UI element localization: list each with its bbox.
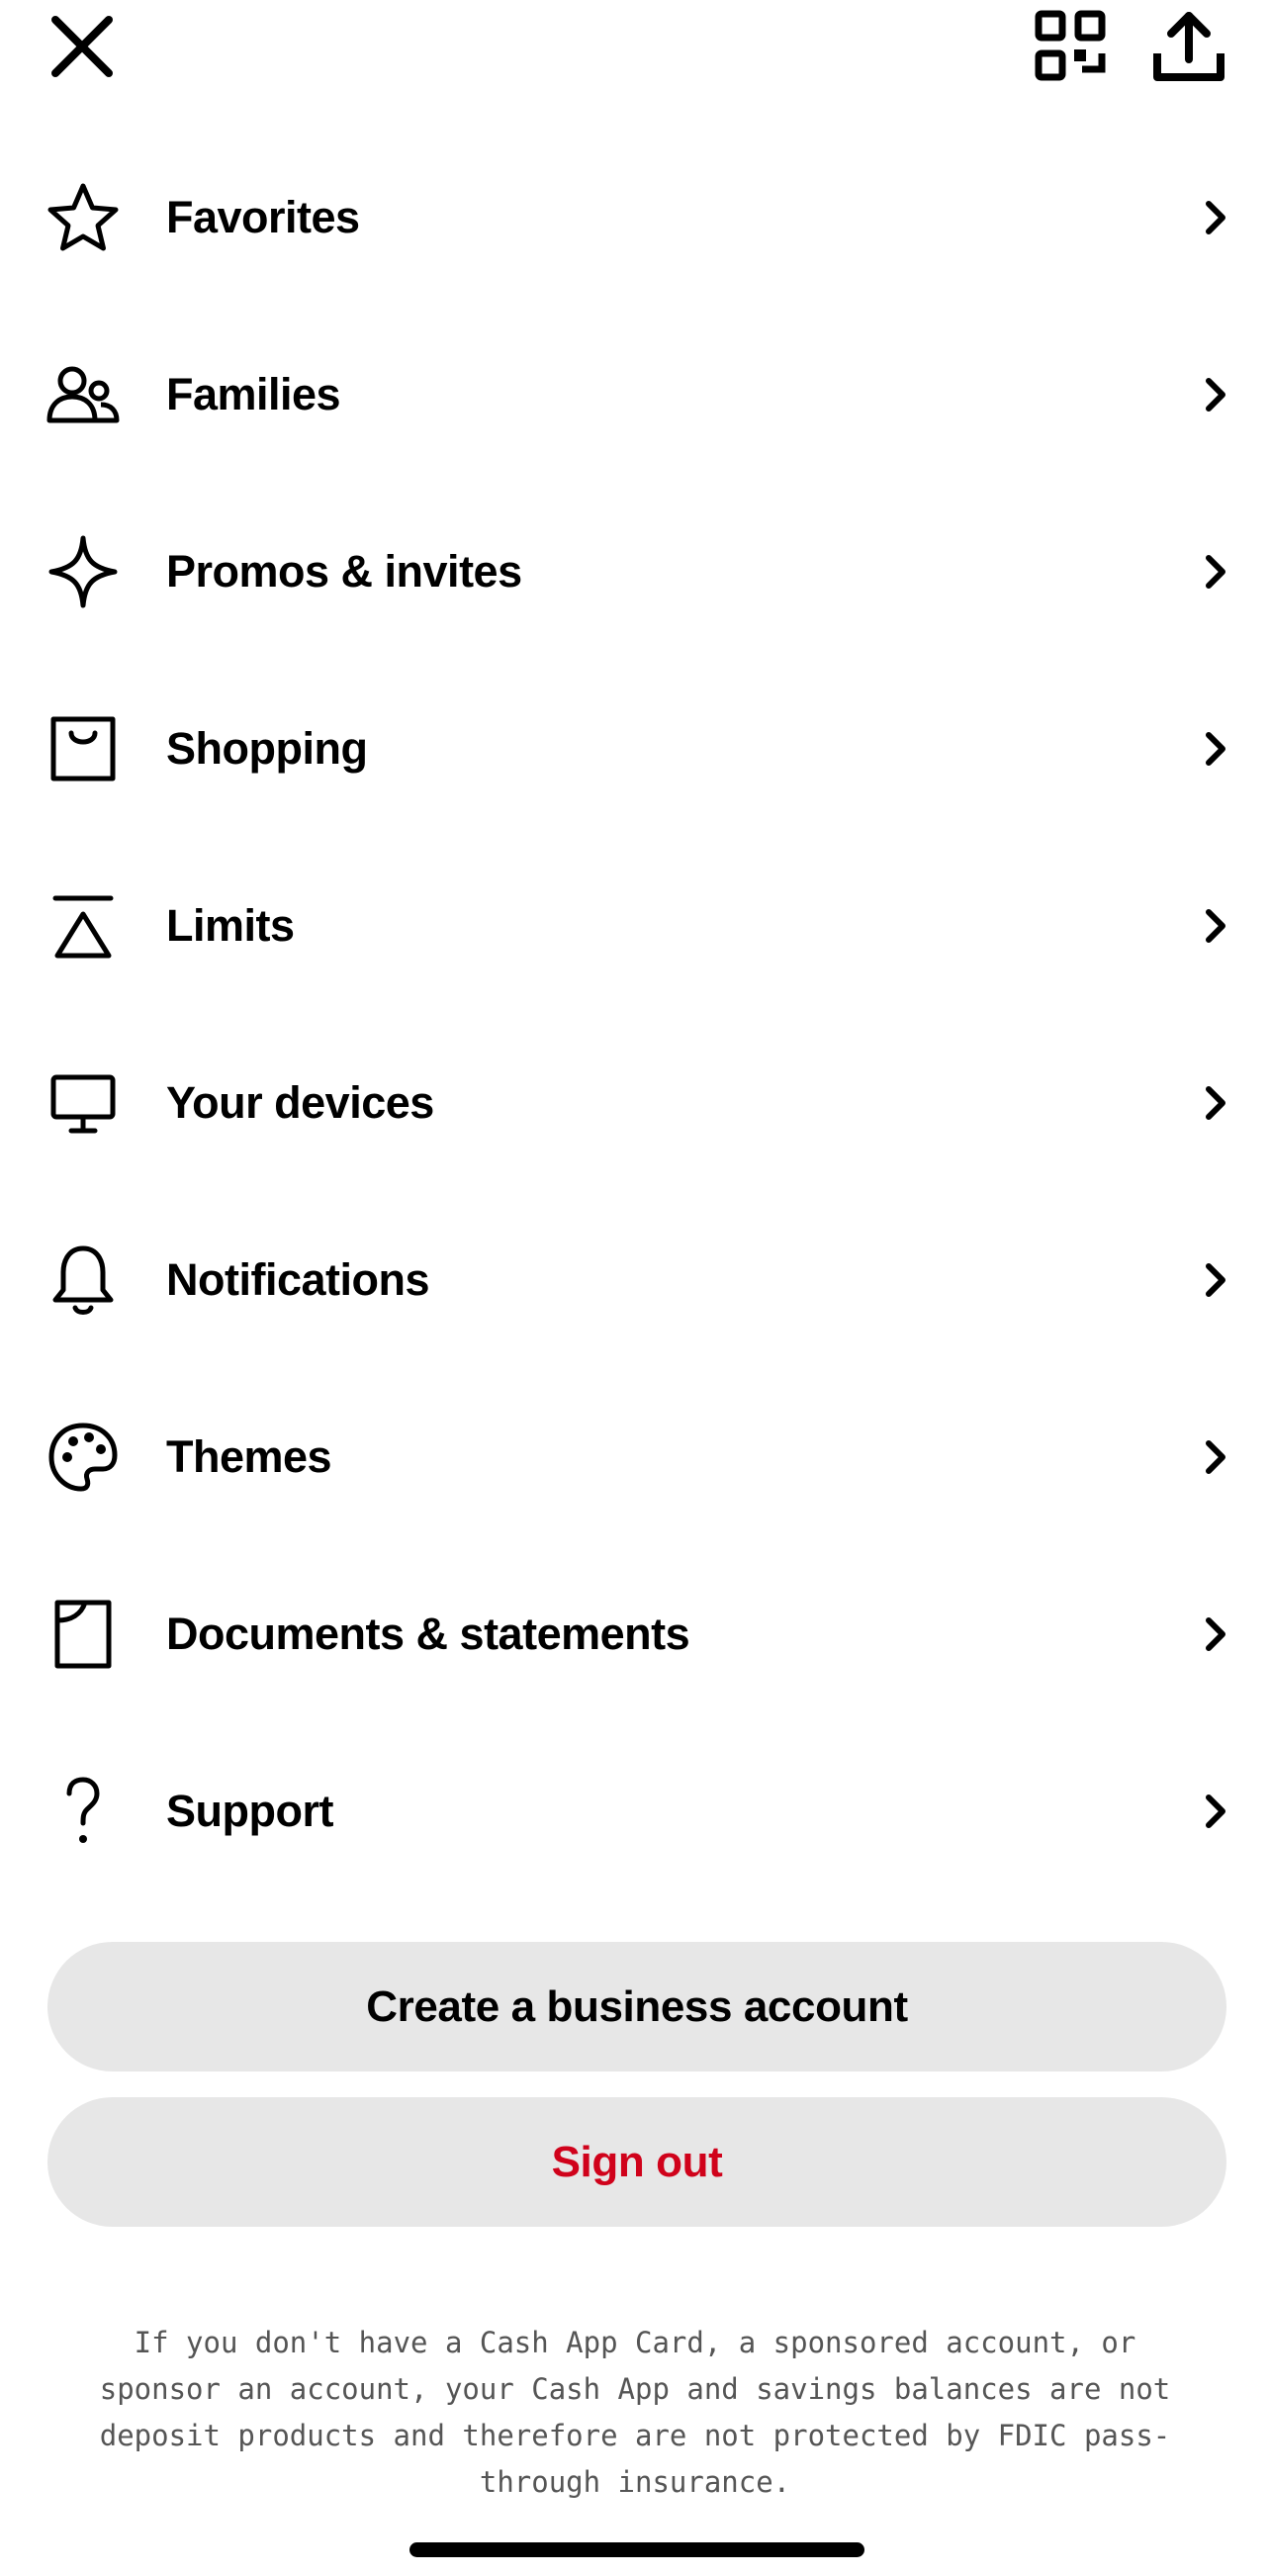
menu-item-label: Your devices [166,1076,434,1128]
menu-item-favorites[interactable]: Favorites [0,129,1270,306]
menu-item-promos-invites[interactable]: Promos & invites [0,483,1270,660]
settings-menu: Favorites Families Promos & invites Shop… [0,129,1270,1899]
menu-item-label: Favorites [166,191,360,242]
chevron-right-icon [1195,198,1234,237]
chevron-right-icon [1195,906,1234,946]
document-icon [45,1597,121,1672]
chevron-right-icon [1195,1083,1234,1123]
menu-item-shopping[interactable]: Shopping [0,660,1270,837]
menu-item-limits[interactable]: Limits [0,837,1270,1014]
top-bar [0,0,1270,109]
menu-item-your-devices[interactable]: Your devices [0,1014,1270,1191]
star-icon [45,180,121,255]
menu-item-label: Shopping [166,722,368,774]
chevron-right-icon [1195,1437,1234,1477]
fdic-disclaimer: If you don't have a Cash App Card, a spo… [99,2326,1171,2499]
sign-out-label: Sign out [551,2137,723,2186]
share-icon[interactable] [1151,8,1226,83]
menu-item-families[interactable]: Families [0,306,1270,483]
chevron-right-icon [1195,1614,1234,1654]
sparkle-icon [45,534,121,609]
menu-item-notifications[interactable]: Notifications [0,1191,1270,1368]
palette-icon [45,1420,121,1495]
menu-item-label: Support [166,1785,333,1836]
family-icon [45,357,121,432]
menu-item-label: Families [166,368,341,419]
limits-icon [45,888,121,964]
menu-item-themes[interactable]: Themes [0,1368,1270,1545]
menu-item-label: Themes [166,1430,332,1482]
sign-out-button[interactable]: Sign out [47,2097,1226,2227]
shopping-bag-icon [45,711,121,786]
menu-item-label: Promos & invites [166,545,522,597]
menu-item-documents-statements[interactable]: Documents & statements [0,1545,1270,1722]
close-icon[interactable] [49,14,115,79]
bell-icon [45,1242,121,1318]
menu-item-label: Notifications [166,1253,430,1305]
menu-item-label: Limits [166,899,295,951]
chevron-right-icon [1195,1260,1234,1300]
monitor-icon [45,1065,121,1141]
menu-item-label: Documents & statements [166,1608,690,1659]
chevron-right-icon [1195,1792,1234,1831]
create-business-account-label: Create a business account [366,1981,908,2031]
chevron-right-icon [1195,375,1234,414]
chevron-right-icon [1195,729,1234,769]
home-indicator[interactable] [409,2542,864,2557]
question-icon [45,1774,121,1843]
qr-code-icon[interactable] [1035,10,1106,81]
create-business-account-button[interactable]: Create a business account [47,1942,1226,2071]
chevron-right-icon [1195,552,1234,592]
menu-item-support[interactable]: Support [0,1722,1270,1899]
